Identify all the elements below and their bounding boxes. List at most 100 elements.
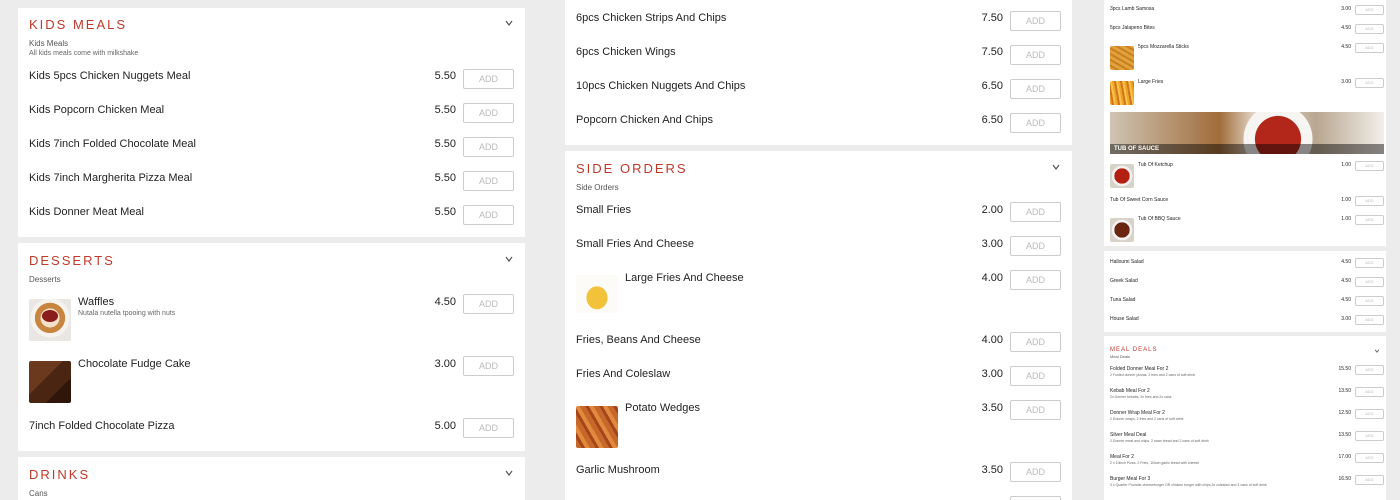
add-button[interactable]: ADD (1010, 400, 1061, 420)
section-title: KIDS MEALS (29, 16, 128, 32)
menu-item-price: 17.00 (1338, 454, 1351, 460)
potato-wedges-image (576, 406, 618, 448)
add-button[interactable]: ADD (1355, 475, 1384, 485)
menu-item-name: Meal For 2 (1110, 454, 1134, 460)
menu-item-description: 2 Donner wraps, 2 fries and 2 cans of so… (1110, 417, 1184, 421)
chevron-down-icon[interactable] (1374, 341, 1380, 359)
desserts-header[interactable]: DESSERTS (29, 251, 514, 269)
starters-section: 3pcs Lamb Samosa 3.00 ADD 5pcs Jalapeno … (1104, 0, 1386, 246)
menu-item-description: 2 x 10inch Pizza, 2 Fries, 10inch garlic… (1110, 461, 1200, 465)
menu-item-price: 2.00 (981, 204, 1003, 216)
add-button[interactable]: ADD (463, 294, 514, 314)
desserts-section: DESSERTS Desserts Waffles Nutala nutella… (18, 243, 525, 451)
tub-of-sauce-banner: TUB OF SAUCE (1110, 112, 1384, 154)
menu-item-price: 5.50 (434, 104, 456, 116)
add-button[interactable]: ADD (1010, 366, 1061, 386)
chevron-down-icon[interactable] (504, 251, 514, 269)
add-button[interactable]: ADD (1355, 431, 1384, 441)
add-button[interactable]: ADD (463, 69, 514, 89)
menu-item-price: 3.50 (981, 402, 1003, 414)
bbq-sauce-image (1110, 218, 1134, 242)
add-button[interactable]: ADD (1355, 43, 1384, 53)
drinks-section: DRINKS Cans (18, 457, 525, 500)
add-button[interactable]: ADD (1010, 45, 1061, 65)
menu-column-left: KIDS MEALS Kids Meals All kids meals com… (0, 0, 543, 500)
add-button[interactable]: ADD (1355, 453, 1384, 463)
menu-item-description: 2 Donner meat and chips, 2 naan bread an… (1110, 439, 1209, 443)
menu-column-right: 3pcs Lamb Samosa 3.00 ADD 5pcs Jalapeno … (1090, 0, 1400, 500)
add-button[interactable]: ADD (1010, 202, 1061, 222)
chevron-down-icon[interactable] (504, 15, 514, 33)
menu-item-price: 3.00 (434, 358, 456, 370)
meal-deals-header[interactable]: MEAL DEALS (1110, 341, 1380, 359)
add-button[interactable]: ADD (1010, 113, 1061, 133)
banner-label: TUB OF SAUCE (1110, 144, 1384, 154)
add-button[interactable]: ADD (1355, 24, 1384, 34)
kids-meals-section: KIDS MEALS Kids Meals All kids meals com… (18, 8, 525, 237)
section-subtitle: Desserts (29, 275, 61, 284)
menu-item-price: 16.50 (1338, 476, 1351, 482)
menu-item-price: 3.00 (1341, 6, 1351, 12)
chevron-down-icon[interactable] (1051, 159, 1061, 177)
add-button[interactable]: ADD (463, 418, 514, 438)
add-button[interactable]: ADD (1010, 462, 1061, 482)
menu-item-name: Halloumi Salad (1110, 259, 1144, 265)
menu-item-name: Tuna Salad (1110, 297, 1136, 303)
add-button[interactable]: ADD (1010, 236, 1061, 256)
add-button[interactable]: ADD (1355, 409, 1384, 419)
add-button[interactable]: ADD (463, 103, 514, 123)
menu-item-price: 3.00 (981, 238, 1003, 250)
menu-item-description: 2x Donner kebabs, 2x fries and 2x cans (1110, 395, 1172, 399)
add-button[interactable]: ADD (463, 171, 514, 191)
menu-item-name: Kebab Meal For 2 (1110, 388, 1150, 394)
add-button[interactable]: ADD (463, 356, 514, 376)
menu-item-name: Greek Salad (1110, 278, 1138, 284)
menu-item-price: 13.50 (1338, 432, 1351, 438)
meal-deals-section: MEAL DEALS Meal Deals Folded Donner Meal… (1104, 336, 1386, 500)
menu-item-name: Kids 7inch Margherita Pizza Meal (29, 172, 193, 184)
add-button[interactable]: ADD (1355, 296, 1384, 306)
section-subtitle: Cans (29, 489, 48, 498)
menu-item-name: Burger Meal For 3 (1110, 476, 1151, 482)
add-button[interactable] (1010, 496, 1061, 500)
menu-item-price: 3.00 (1341, 79, 1351, 85)
menu-item-price: 13.50 (1338, 388, 1351, 394)
add-button[interactable]: ADD (1010, 270, 1061, 290)
large-fries-cheese-image (576, 275, 618, 313)
add-button[interactable]: ADD (1355, 196, 1384, 206)
side-orders-header[interactable]: SIDE ORDERS (576, 159, 1061, 177)
menu-item-price: 4.50 (1341, 259, 1351, 265)
menu-item-price: 5.50 (434, 206, 456, 218)
add-button[interactable]: ADD (1010, 11, 1061, 31)
menu-item-name: Waffles (78, 296, 115, 308)
add-button[interactable]: ADD (1355, 5, 1384, 15)
menu-item-price: 7.50 (981, 12, 1003, 24)
menu-item-description: Nutala nutella tpooing with nuts (78, 310, 176, 317)
section-title: MEAL DEALS (1110, 347, 1158, 353)
add-button[interactable]: ADD (1355, 161, 1384, 171)
add-button[interactable]: ADD (1010, 79, 1061, 99)
menu-item-name: Kids 7inch Folded Chocolate Meal (29, 138, 196, 150)
add-button[interactable]: ADD (1355, 78, 1384, 88)
chicken-section: 6pcs Chicken Strips And Chips 7.50 ADD 6… (565, 0, 1072, 145)
add-button[interactable]: ADD (463, 205, 514, 225)
add-button[interactable]: ADD (1355, 277, 1384, 287)
add-button[interactable]: ADD (1355, 258, 1384, 268)
menu-item-name: Fries, Beans And Cheese (576, 334, 701, 346)
add-button[interactable]: ADD (1355, 365, 1384, 375)
menu-item-price: 3.00 (1341, 316, 1351, 322)
add-button[interactable]: ADD (1355, 387, 1384, 397)
chevron-down-icon[interactable] (504, 465, 514, 483)
add-button[interactable]: ADD (1355, 215, 1384, 225)
add-button[interactable]: ADD (463, 137, 514, 157)
menu-item-name: Popcorn Chicken And Chips (576, 114, 713, 126)
kids-meals-header[interactable]: KIDS MEALS (29, 15, 514, 33)
drinks-header[interactable]: DRINKS (29, 465, 514, 483)
add-button[interactable]: ADD (1010, 332, 1061, 352)
add-button[interactable]: ADD (1355, 315, 1384, 325)
menu-item-price: 1.00 (1341, 162, 1351, 168)
side-orders-section: SIDE ORDERS Side Orders Small Fries 2.00… (565, 151, 1072, 500)
ketchup-image (1110, 164, 1134, 188)
menu-item-price: 1.00 (1341, 216, 1351, 222)
menu-item-name: 5pcs Jalapeno Bites (1110, 25, 1155, 31)
